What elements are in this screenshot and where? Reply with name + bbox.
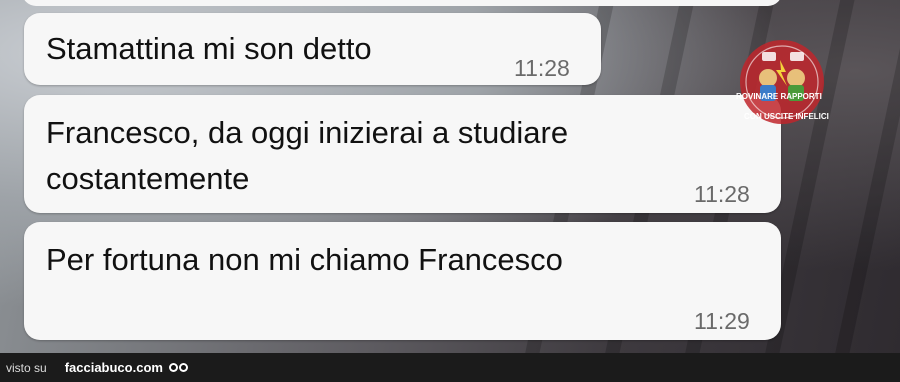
eyes-logo-icon bbox=[168, 363, 188, 372]
watermark-logo: ROVINARE RAPPORTI CON USCITE INFELICI bbox=[736, 30, 836, 140]
message-text: costantemente bbox=[46, 161, 250, 196]
watermark-emblem-icon bbox=[740, 40, 824, 124]
site-link[interactable]: facciabuco.com bbox=[65, 360, 163, 375]
message-text: Per fortuna non mi chiamo Francesco bbox=[46, 242, 563, 277]
message-time: 11:28 bbox=[514, 55, 570, 81]
message-time: 11:29 bbox=[694, 308, 750, 334]
chat-background: Stamattina mi son detto 11:28 Francesco,… bbox=[0, 0, 900, 353]
watermark-text: ROVINARE RAPPORTI bbox=[736, 92, 822, 101]
message-time: 11:28 bbox=[694, 181, 750, 207]
message-text: Stamattina mi son detto bbox=[46, 31, 372, 66]
eye-icon bbox=[178, 363, 188, 372]
message-text: Francesco, da oggi inizierai a studiare bbox=[46, 115, 569, 150]
eye-icon bbox=[168, 363, 178, 372]
message-bubble[interactable]: Stamattina mi son detto 11:28 bbox=[24, 13, 601, 85]
previous-message-bubble[interactable] bbox=[22, 0, 782, 6]
footer-bar: visto su facciabuco.com bbox=[0, 353, 900, 382]
footer-label: visto su bbox=[6, 360, 47, 375]
message-bubble[interactable]: Francesco, da oggi inizierai a studiare … bbox=[24, 95, 781, 213]
message-bubble[interactable]: Per fortuna non mi chiamo Francesco 11:2… bbox=[24, 222, 781, 340]
watermark-text: CON USCITE INFELICI bbox=[744, 112, 829, 121]
